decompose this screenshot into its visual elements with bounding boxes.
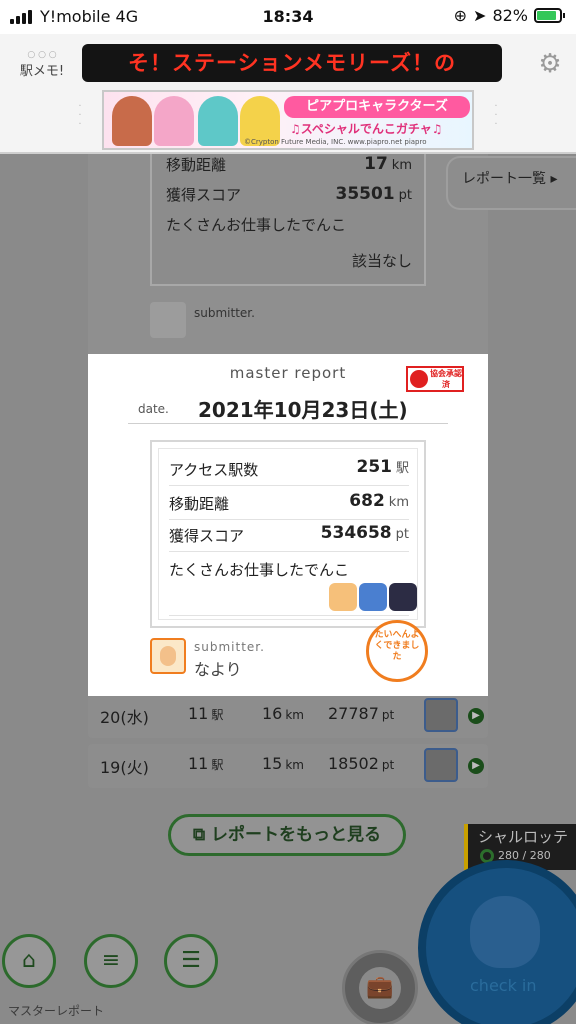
app-header: ○ ○ ○ 駅メモ! そ！ステーションメモリーズ！の ⚙ · · · ピアプロキャラ… (0, 34, 576, 154)
report-list-tab[interactable]: レポート一覧 ▸ (446, 156, 576, 210)
denko-portrait (389, 583, 417, 611)
denko-name: シャルロッテ (478, 828, 569, 846)
current-screen-label: マスターレポート (8, 1004, 105, 1018)
submitter-avatar (150, 302, 186, 338)
status-bar: Y!mobile 4G 18:34 ⊕ ➤ 82% (0, 0, 576, 34)
home-button[interactable]: ⌂ (2, 934, 56, 988)
association-approved-badge: 協会承認済 (406, 366, 464, 392)
report-date: 2021年10月23日(土) (198, 398, 408, 422)
master-report-modal[interactable]: master report 協会承認済 date. 2021年10月23日(土)… (88, 354, 488, 696)
rotation-lock-icon: ⊕ (453, 6, 468, 25)
gear-icon[interactable]: ⚙ (536, 50, 564, 78)
banner-next-icon[interactable]: · · · (488, 102, 504, 138)
stat-row-score: 獲得スコア 534658 pt (169, 523, 409, 545)
denko-portraits (329, 583, 419, 613)
well-done-stamp: たいへんよくできました (366, 620, 428, 682)
date-row: date. 2021年10月23日(土) (128, 394, 448, 424)
home-icon: ⌂ (22, 948, 36, 973)
list-icon: ≡ (101, 948, 121, 973)
denko-portrait (329, 583, 357, 611)
submitter-name: なより (194, 660, 242, 679)
banner-title: ピアプロキャラクターズ (284, 96, 470, 118)
train-button[interactable]: ☰ (164, 934, 218, 988)
briefcase-icon: 💼 (359, 967, 401, 1009)
denko-portrait (359, 583, 387, 611)
chevron-right-icon[interactable]: ▶ (468, 708, 484, 724)
stat-row-stations: アクセス駅数 251 駅 (169, 457, 409, 479)
check-in-label: check in (470, 976, 537, 995)
banner-subtitle: ♫スペシャルでんこガチャ♫ (290, 122, 443, 136)
item-bag-button[interactable]: 💼 (342, 950, 418, 1024)
chevron-right-icon[interactable]: ▶ (468, 758, 484, 774)
denko-avatar (424, 748, 458, 782)
mascot-icon (410, 370, 428, 388)
day-report-row[interactable]: 19(火) 11 駅 15 km 18502 pt ▶ (88, 744, 488, 788)
more-reports-button[interactable]: ⧉ レポートをもっと見る (168, 814, 406, 856)
battery-icon (534, 8, 565, 23)
train-list-icon: ☰ (181, 948, 201, 973)
submitter-avatar (150, 638, 186, 674)
promo-banner[interactable]: ピアプロキャラクターズ ♫スペシャルでんこガチャ♫ ©Crypton Futur… (102, 90, 474, 150)
news-ticker[interactable]: そ！ステーションメモリーズ！の (82, 44, 502, 82)
denko-avatar (424, 698, 458, 732)
denko-mascot-icon (470, 896, 540, 968)
banner-prev-icon[interactable]: · · · (72, 102, 88, 138)
battery-percent: 82% (492, 6, 528, 25)
hardest-working-label: たくさんお仕事したでんこ (169, 561, 350, 579)
day-report-row[interactable]: 20(水) 11 駅 16 km 27787 pt ▶ (88, 694, 488, 738)
location-icon: ➤ (473, 6, 487, 25)
background-stats-box: 移動距離 17 km 獲得スコア 35501 pt たくさんお仕事したでんこ 該当な… (150, 154, 426, 286)
copy-icon: ⧉ (192, 825, 212, 845)
bg-comment: たくさんお仕事したでんこ (166, 216, 347, 234)
app-logo: ○ ○ ○ 駅メモ! (10, 50, 74, 79)
report-button[interactable]: ≡ (84, 934, 138, 988)
stats-box: アクセス駅数 251 駅 移動距離 682 km 獲得スコア 534658 pt たく… (150, 440, 426, 628)
background-submitter: submitter. (150, 300, 426, 344)
banner-copyright: ©Crypton Future Media, INC. www.piapro.n… (244, 138, 427, 146)
bg-none-label: 該当なし (351, 252, 412, 270)
bg-stat-row: 獲得スコア 35501 pt (166, 184, 412, 204)
bg-stat-row: 移動距離 17 km (166, 154, 412, 174)
check-in-button[interactable]: check in (418, 860, 576, 1024)
logo-text: 駅メモ! (19, 64, 65, 79)
logo-dots-icon: ○ ○ ○ (27, 50, 57, 60)
stat-row-distance: 移動距離 682 km (169, 491, 409, 513)
